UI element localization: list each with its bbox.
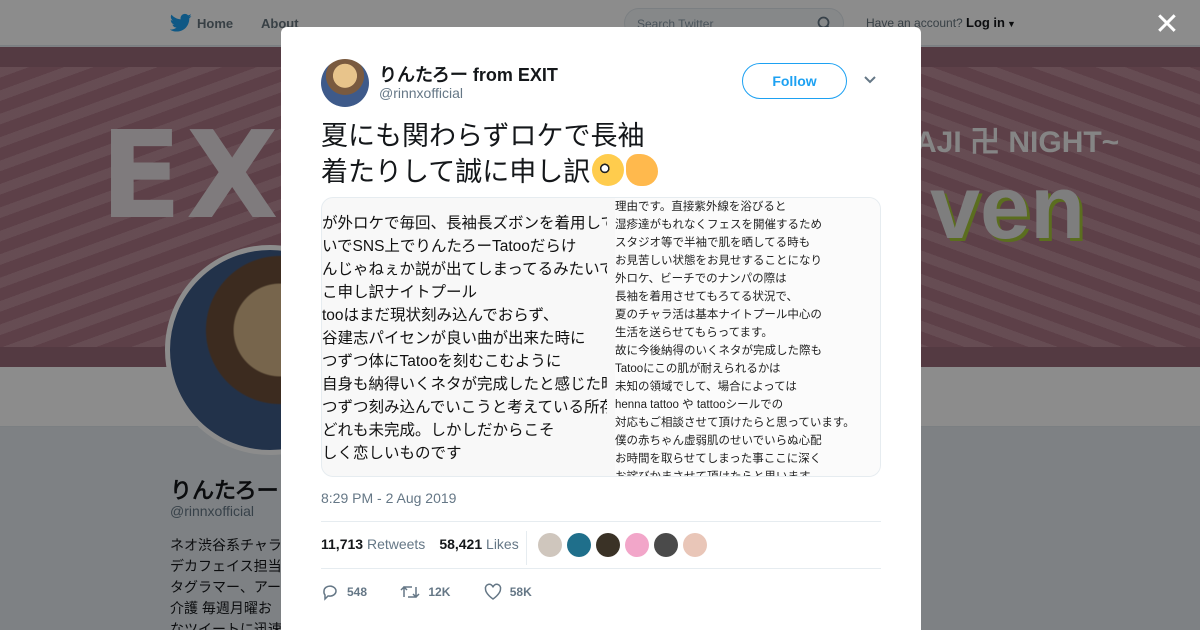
tweet-actions: 548 12K 58K (321, 583, 562, 601)
image-line: つずつ刻み込んでいこうと考えている所存 (322, 399, 607, 416)
liker-avatar[interactable] (625, 533, 649, 557)
image-line: 故に今後納得のいくネタが完成した際も (615, 345, 822, 357)
tweet-text-line: 夏にも関わらずロケで長袖 (321, 121, 645, 151)
chevron-down-icon[interactable] (863, 73, 877, 87)
image-line: 未知の領域でして、場合によっては (615, 381, 797, 393)
retweets-label: Retweets (366, 536, 426, 552)
image-line: お時間を取らせてしまった事ここに深く (615, 453, 822, 465)
author-handle[interactable]: @rinnxofficial (379, 85, 463, 101)
tweet-modal: りんたろー from EXIT @rinnxofficial Follow 夏に… (281, 27, 921, 630)
image-line: 外ロケ、ビーチでのナンパの際は (615, 273, 787, 285)
retweet-count: 12K (428, 585, 451, 599)
image-line: 生活を送らせてもらってます。 (615, 327, 773, 339)
follow-button[interactable]: Follow (742, 63, 847, 99)
image-line: お見苦しい状態をお見せすることになり (615, 255, 822, 267)
image-line: henna tattoo や tattooシールでの (615, 399, 784, 411)
likers-avatars (538, 533, 712, 557)
image-line: しく恋しいものです (322, 445, 462, 462)
image-line: 自身も納得いくネタが完成したと感じた時 (322, 376, 607, 393)
liker-avatar[interactable] (567, 533, 591, 557)
divider (526, 531, 527, 565)
image-line: お詫びかまさせて頂けたらと思います。 (615, 471, 821, 477)
image-line: 夏のチャラ活は基本ナイトプール中心の (615, 309, 822, 321)
image-line: 谷建志パイセンが良い曲が出来た時に (322, 330, 586, 347)
like-count: 58K (509, 585, 532, 599)
image-line: tooはまだ現状刻み込んでおらず、 (322, 307, 559, 324)
heart-icon (484, 583, 502, 600)
image-line: 理由です。直接紫外線を浴びると (615, 201, 787, 213)
image-line: 長袖を着用させてもろてる状況で、 (615, 291, 798, 303)
image-line: いでSNS上でりんたろーTatooだらけ (322, 238, 577, 255)
image-line: 僕の赤ちゃん虚弱肌のせいでいらぬ心配 (615, 435, 822, 447)
author-avatar[interactable] (321, 59, 369, 107)
tweet-stats: 11,713 Retweets 58,421 Likes (321, 536, 519, 552)
image-line: どれも未完成。しかしだからこそ (322, 422, 555, 439)
image-line: 湿疹達がもれなくフェスを開催するため (615, 219, 822, 231)
image-line: が外ロケで毎回、長袖長ズボンを着用して (322, 215, 607, 232)
retweets-count: 11,713 (321, 536, 364, 552)
call-me-hand-emoji-icon (626, 154, 659, 186)
image-line: んじゃねぇか説が出てしまってるみたいで (322, 261, 607, 278)
reply-button[interactable]: 548 (321, 583, 367, 601)
likes-count: 58,421 (439, 536, 483, 552)
zany-face-emoji-icon (592, 154, 625, 186)
image-text-right: 理由です。直接紫外線を浴びると 湿疹達がもれなくフェスを開催するため スタジオ等… (615, 198, 880, 477)
tweet-text-line: 着たりして誠に申し訳 (321, 157, 591, 187)
liker-avatar[interactable] (654, 533, 678, 557)
like-button[interactable]: 58K (484, 583, 532, 601)
tweet-text: 夏にも関わらずロケで長袖 着たりして誠に申し訳 (321, 119, 881, 190)
likes-stat[interactable]: 58,421 Likes (439, 536, 518, 552)
image-line: つずつ体にTatooを刻むこむように (322, 353, 562, 370)
divider (321, 568, 881, 569)
divider (321, 521, 881, 522)
author-name[interactable]: りんたろー from EXIT (379, 61, 558, 87)
tweet-image[interactable]: が外ロケで毎回、長袖長ズボンを着用して いでSNS上でりんたろーTatooだらけ… (321, 197, 881, 477)
image-text-left: が外ロケで毎回、長袖長ズボンを着用して いでSNS上でりんたろーTatooだらけ… (322, 212, 607, 465)
retweets-stat[interactable]: 11,713 Retweets (321, 536, 425, 552)
liker-avatar[interactable] (683, 533, 707, 557)
image-line: こ申し訳ナイトプール (322, 284, 478, 301)
likes-label: Likes (486, 536, 519, 552)
liker-avatar[interactable] (538, 533, 562, 557)
retweet-button[interactable]: 12K (400, 583, 450, 601)
image-line: 対応もご相談させて頂けたらと思っています。 (615, 417, 855, 429)
close-icon[interactable]: ✕ (1152, 10, 1182, 40)
reply-icon (323, 585, 337, 601)
image-line: スタジオ等で半袖で肌を晒してる時も (615, 237, 811, 249)
image-line: Tatooにこの肌が耐えられるかは (615, 363, 781, 375)
retweet-icon (400, 585, 420, 599)
liker-avatar[interactable] (596, 533, 620, 557)
reply-count: 548 (347, 585, 368, 599)
tweet-timestamp[interactable]: 8:29 PM - 2 Aug 2019 (321, 490, 456, 506)
